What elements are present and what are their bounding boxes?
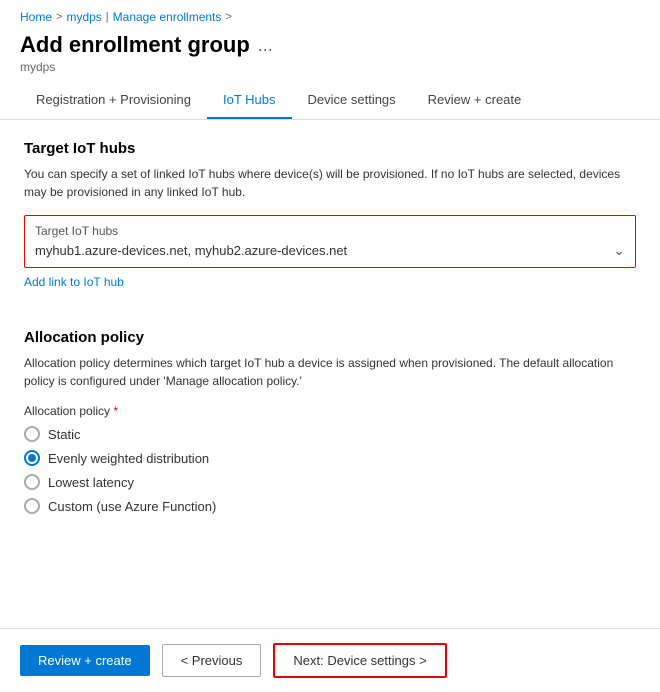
allocation-policy-radio-group: Static Evenly weighted distribution Lowe… — [24, 426, 636, 514]
required-marker: * — [113, 404, 118, 418]
target-iot-hubs-field-label: Target IoT hubs — [35, 224, 625, 238]
radio-evenly-weighted-inner — [28, 454, 36, 462]
breadcrumb-mydps[interactable]: mydps — [66, 10, 101, 24]
target-iot-hubs-value-row: myhub1.azure-devices.net, myhub2.azure-d… — [35, 242, 625, 259]
review-create-button[interactable]: Review + create — [20, 645, 150, 676]
tab-device-settings[interactable]: Device settings — [292, 82, 412, 119]
breadcrumb-manage-enrollments[interactable]: Manage enrollments — [113, 10, 222, 24]
allocation-policy-desc: Allocation policy determines which targe… — [24, 354, 636, 390]
target-iot-hubs-dropdown-icon[interactable]: ⌄ — [613, 242, 625, 259]
tab-review-create[interactable]: Review + create — [412, 82, 538, 119]
target-iot-hubs-title: Target IoT hubs — [24, 140, 636, 157]
previous-button[interactable]: < Previous — [162, 644, 262, 677]
page-title-row: Add enrollment group ... — [0, 28, 660, 60]
radio-lowest-latency-outer[interactable] — [24, 474, 40, 490]
radio-lowest-latency[interactable]: Lowest latency — [24, 474, 636, 490]
next-device-settings-button[interactable]: Next: Device settings > — [273, 643, 446, 678]
radio-lowest-latency-label: Lowest latency — [48, 475, 134, 490]
radio-static[interactable]: Static — [24, 426, 636, 442]
breadcrumb-sep-3: > — [225, 11, 231, 23]
add-link-to-iot-hub[interactable]: Add link to IoT hub — [24, 275, 124, 289]
page-subtitle: mydps — [0, 60, 660, 82]
allocation-policy-title: Allocation policy — [24, 329, 636, 346]
radio-custom-label: Custom (use Azure Function) — [48, 499, 216, 514]
radio-evenly-weighted-label: Evenly weighted distribution — [48, 451, 209, 466]
radio-static-label: Static — [48, 427, 81, 442]
target-iot-hubs-value: myhub1.azure-devices.net, myhub2.azure-d… — [35, 243, 347, 258]
main-content: Target IoT hubs You can specify a set of… — [0, 120, 660, 542]
allocation-policy-field-label: Allocation policy * — [24, 404, 636, 418]
target-iot-hubs-desc: You can specify a set of linked IoT hubs… — [24, 165, 636, 201]
radio-evenly-weighted[interactable]: Evenly weighted distribution — [24, 450, 636, 466]
breadcrumb-home[interactable]: Home — [20, 10, 52, 24]
tabs-bar: Registration + Provisioning IoT Hubs Dev… — [0, 82, 660, 120]
target-iot-hubs-field: Target IoT hubs myhub1.azure-devices.net… — [24, 215, 636, 268]
page-title: Add enrollment group — [20, 32, 250, 58]
radio-evenly-weighted-outer[interactable] — [24, 450, 40, 466]
tab-iot-hubs[interactable]: IoT Hubs — [207, 82, 292, 119]
breadcrumb-sep-2: | — [106, 11, 109, 23]
breadcrumb-sep-1: > — [56, 11, 62, 23]
radio-custom-outer[interactable] — [24, 498, 40, 514]
radio-static-outer[interactable] — [24, 426, 40, 442]
radio-custom[interactable]: Custom (use Azure Function) — [24, 498, 636, 514]
breadcrumb: Home > mydps | Manage enrollments > — [0, 0, 660, 28]
footer-bar: Review + create < Previous Next: Device … — [0, 628, 660, 692]
allocation-policy-section: Allocation policy Allocation policy dete… — [24, 329, 636, 514]
ellipsis-menu[interactable]: ... — [258, 35, 273, 56]
tab-registration[interactable]: Registration + Provisioning — [20, 82, 207, 119]
